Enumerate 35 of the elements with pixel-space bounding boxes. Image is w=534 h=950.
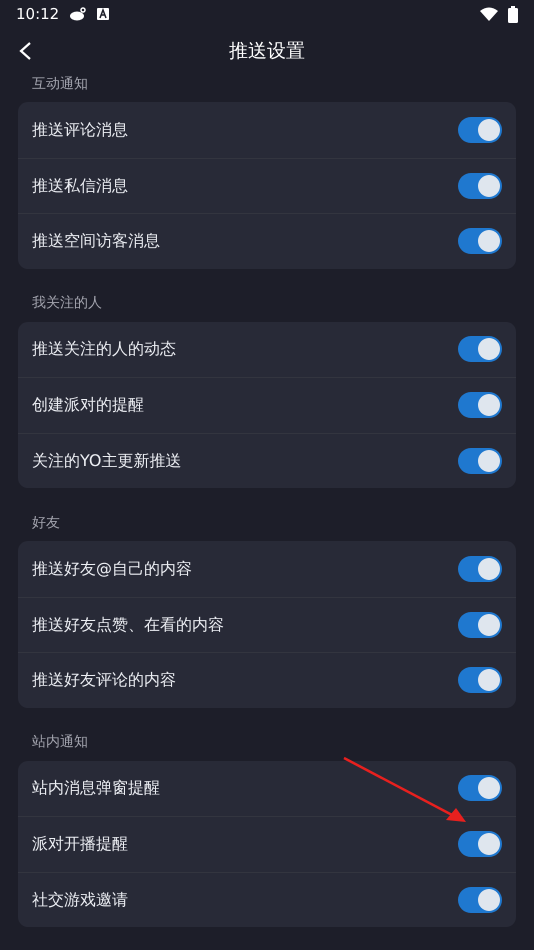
setting-label: 推送好友评论的内容 — [32, 669, 177, 692]
section-title: 互动通知 — [32, 74, 88, 94]
toggle-switch[interactable] — [458, 612, 502, 638]
app-icon — [97, 8, 110, 20]
page-title: 推送设置 — [229, 38, 305, 64]
setting-label: 创建派对的提醒 — [32, 394, 145, 416]
setting-label: 推送私信消息 — [32, 174, 129, 197]
toggle-switch[interactable] — [458, 228, 502, 254]
battery-icon — [508, 6, 518, 22]
toggle-switch[interactable] — [458, 116, 502, 143]
toggle-switch[interactable] — [458, 448, 502, 474]
section-title: 站内通知 — [32, 733, 88, 752]
setting-label: 推送好友点赞、在看的内容 — [32, 614, 225, 636]
toggle-switch[interactable] — [458, 831, 502, 858]
toggle-switch[interactable] — [458, 392, 502, 418]
toggle-switch[interactable] — [458, 667, 502, 694]
section-title: 我关注的人 — [32, 294, 102, 313]
setting-label: 派对开播提醒 — [32, 833, 129, 856]
setting-label: 关注的YO主更新推送 — [32, 450, 182, 472]
setting-label: 推送评论消息 — [32, 118, 129, 141]
setting-label: 站内消息弹窗提醒 — [32, 777, 161, 800]
setting-label: 社交游戏邀请 — [32, 888, 129, 911]
toggle-switch[interactable] — [458, 775, 502, 802]
wifi-icon — [480, 7, 498, 21]
toggle-switch[interactable] — [458, 886, 502, 913]
toggle-switch[interactable] — [458, 336, 502, 362]
toggle-switch[interactable] — [458, 556, 502, 582]
setting-label: 推送关注的人的动态 — [32, 338, 177, 360]
setting-label: 推送好友@自己的内容 — [32, 558, 193, 580]
status-time: 10:12 — [16, 4, 60, 25]
back-icon[interactable] — [18, 41, 32, 61]
toggle-switch[interactable] — [458, 172, 502, 199]
setting-label: 推送空间访客消息 — [32, 230, 161, 252]
weibo-icon — [69, 7, 88, 21]
section-title: 好友 — [32, 514, 60, 532]
